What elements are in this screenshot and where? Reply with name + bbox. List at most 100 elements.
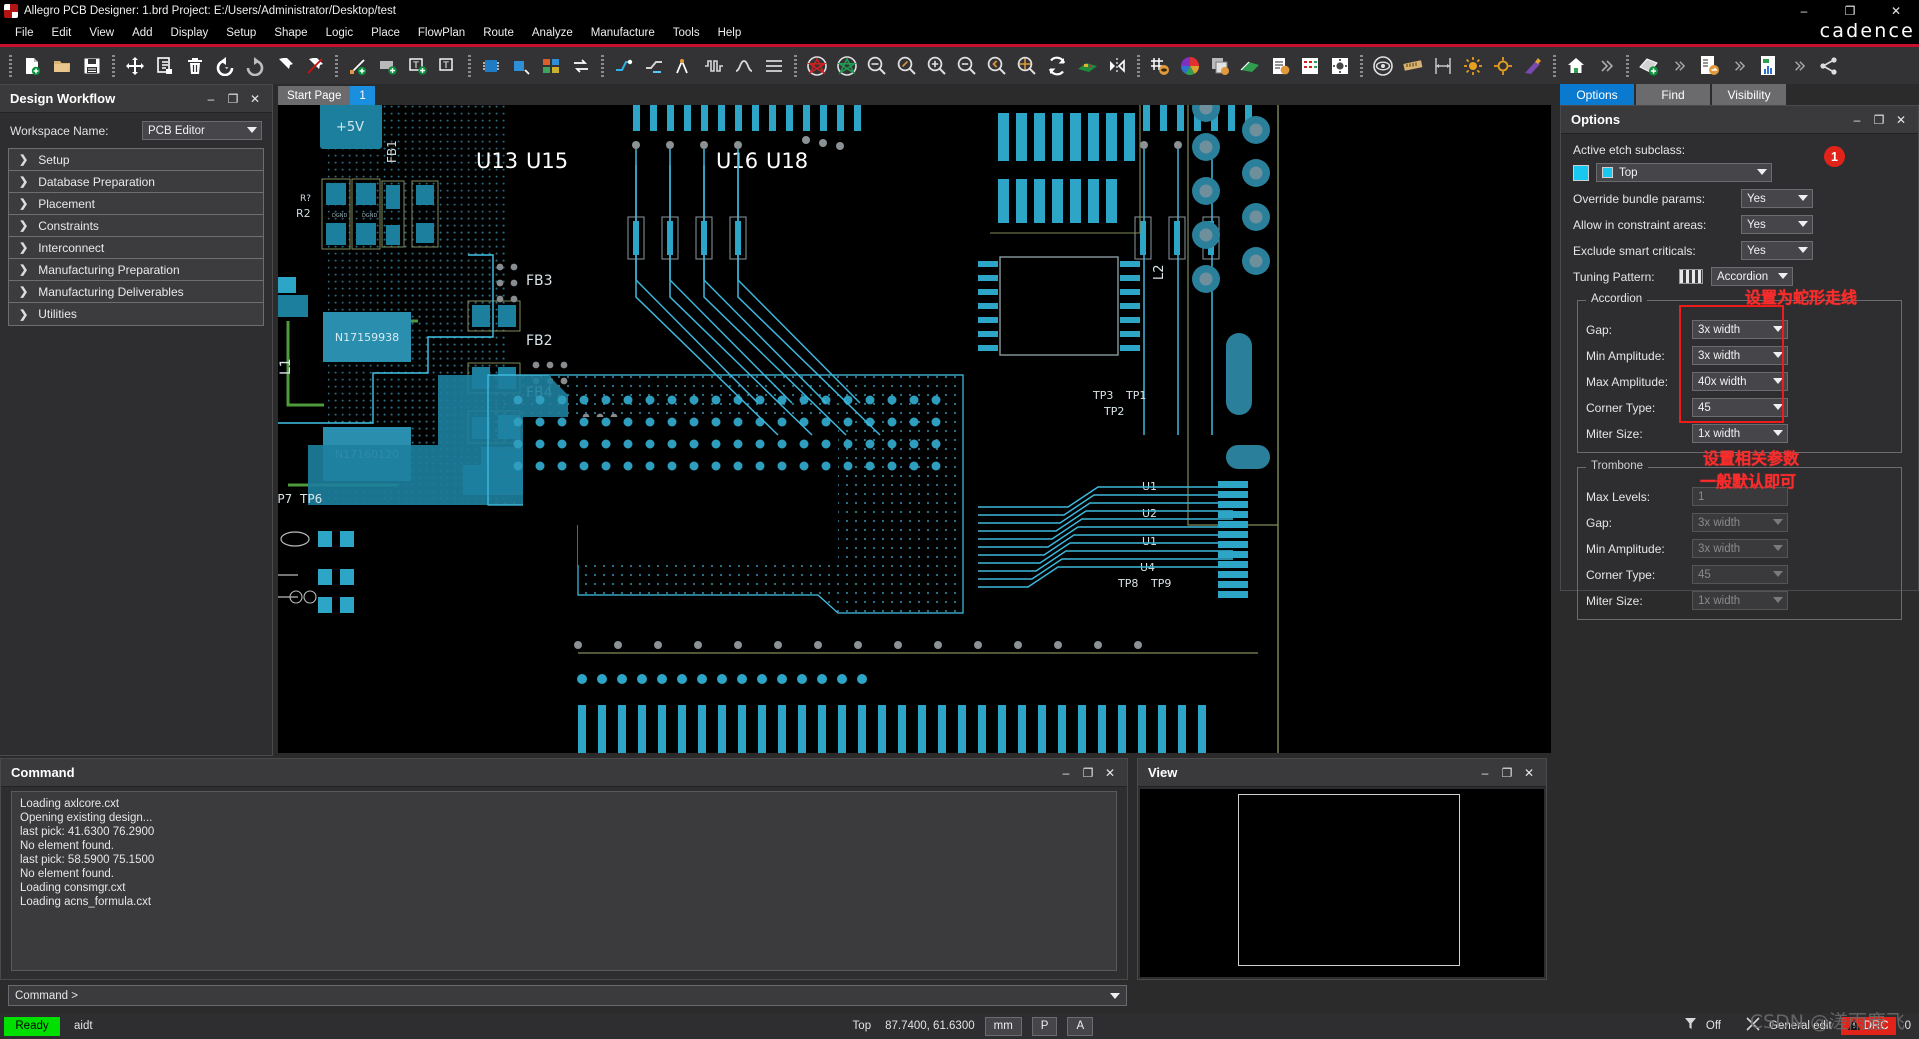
open-folder-icon[interactable] bbox=[49, 53, 75, 79]
menu-item-display[interactable]: Display bbox=[162, 24, 218, 42]
unpin-icon[interactable] bbox=[302, 53, 328, 79]
exclude-smart-criticals-select[interactable]: Yes bbox=[1741, 241, 1813, 260]
command-input[interactable]: Command > bbox=[8, 985, 1127, 1006]
drc-off-icon[interactable] bbox=[804, 53, 830, 79]
route-spread-icon[interactable] bbox=[761, 53, 787, 79]
undo-icon[interactable] bbox=[212, 53, 238, 79]
window-close-button[interactable]: ✕ bbox=[1873, 0, 1919, 22]
menu-item-help[interactable]: Help bbox=[709, 24, 751, 42]
workspace-name-select[interactable]: PCB Editor bbox=[142, 121, 262, 140]
tab-visibility[interactable]: Visibility bbox=[1712, 84, 1786, 105]
add-text-icon[interactable]: T bbox=[405, 53, 431, 79]
tab-options[interactable]: Options bbox=[1560, 84, 1634, 105]
shape-add2-icon[interactable] bbox=[1636, 53, 1662, 79]
accordion-max-amplitude-select[interactable]: 40x width bbox=[1692, 372, 1788, 391]
minimize-icon[interactable]: – bbox=[200, 89, 222, 109]
grid-toggle-icon[interactable] bbox=[1147, 53, 1173, 79]
sidebar-item-constraints[interactable]: ❯ Constraints bbox=[9, 215, 263, 237]
tab-design-1[interactable]: 1 bbox=[350, 86, 375, 105]
color-wheel-icon[interactable] bbox=[1520, 53, 1546, 79]
sidebar-item-utilities[interactable]: ❯ Utilities bbox=[9, 303, 263, 325]
measure-icon[interactable] bbox=[1400, 53, 1426, 79]
menu-item-route[interactable]: Route bbox=[474, 24, 523, 42]
display-visible-icon[interactable] bbox=[1370, 53, 1396, 79]
zoom-points-icon[interactable] bbox=[894, 53, 920, 79]
pcb-canvas[interactable]: +5V R2 R? FB1 DGND DGND FB3 FB2 N1715993… bbox=[278, 105, 1551, 753]
menu-item-shape[interactable]: Shape bbox=[265, 24, 316, 42]
custom-smooth-icon[interactable] bbox=[731, 53, 757, 79]
place-manual-icon[interactable] bbox=[508, 53, 534, 79]
copy-icon[interactable] bbox=[152, 53, 178, 79]
add-line-icon[interactable] bbox=[345, 53, 371, 79]
sidebar-item-manufacturing-preparation[interactable]: ❯ Manufacturing Preparation bbox=[9, 259, 263, 281]
zoom-previous-icon[interactable] bbox=[984, 53, 1010, 79]
color-palette-icon[interactable] bbox=[1177, 53, 1203, 79]
shape-add-icon[interactable] bbox=[1237, 53, 1263, 79]
window-maximize-button[interactable]: ❐ bbox=[1827, 0, 1873, 22]
accordion-gap-select[interactable]: 3x width bbox=[1692, 320, 1788, 339]
command-log[interactable]: Loading axlcore.cxt Opening existing des… bbox=[11, 791, 1117, 971]
restore-icon[interactable]: ❐ bbox=[1868, 110, 1890, 130]
menu-item-file[interactable]: File bbox=[6, 24, 43, 42]
chevron-down-icon[interactable] bbox=[1110, 993, 1120, 999]
brightness-icon[interactable] bbox=[1460, 53, 1486, 79]
pin-icon[interactable] bbox=[272, 53, 298, 79]
zoom-center-icon[interactable] bbox=[1014, 53, 1040, 79]
tab-find[interactable]: Find bbox=[1636, 84, 1710, 105]
active-etch-subclass-select[interactable]: Top bbox=[1596, 163, 1772, 182]
view-thumbnail[interactable] bbox=[1140, 789, 1544, 977]
doc-export-icon[interactable] bbox=[1696, 53, 1722, 79]
redo-icon[interactable] bbox=[242, 53, 268, 79]
sidebar-item-setup[interactable]: ❯ Setup bbox=[9, 149, 263, 171]
restore-icon[interactable]: ❐ bbox=[222, 89, 244, 109]
restore-icon[interactable]: ❐ bbox=[1496, 763, 1518, 783]
share-icon[interactable] bbox=[1816, 53, 1842, 79]
drill-legend-icon[interactable] bbox=[1297, 53, 1323, 79]
zoom-out-icon[interactable] bbox=[954, 53, 980, 79]
tab-start-page[interactable]: Start Page bbox=[278, 86, 351, 105]
allow-in-constraint-areas-select[interactable]: Yes bbox=[1741, 215, 1813, 234]
vertex-icon[interactable] bbox=[671, 53, 697, 79]
home-icon[interactable] bbox=[1563, 53, 1589, 79]
accordion-corner-type-select[interactable]: 45 bbox=[1692, 398, 1788, 417]
arrow-right-icon[interactable] bbox=[1726, 53, 1752, 79]
sidebar-item-interconnect[interactable]: ❯ Interconnect bbox=[9, 237, 263, 259]
minimize-icon[interactable]: – bbox=[1055, 763, 1077, 783]
accordion-miter-size-select[interactable]: 1x width bbox=[1692, 424, 1788, 443]
status-units-button[interactable]: mm bbox=[984, 1016, 1022, 1036]
add-rect-icon[interactable] bbox=[375, 53, 401, 79]
arrow-right-icon[interactable] bbox=[1593, 53, 1619, 79]
contrast-icon[interactable] bbox=[1490, 53, 1516, 79]
refresh-icon[interactable] bbox=[1044, 53, 1070, 79]
zoom-in-icon[interactable] bbox=[924, 53, 950, 79]
status-toggle-p-button[interactable]: P bbox=[1031, 1016, 1058, 1036]
menu-item-place[interactable]: Place bbox=[362, 24, 409, 42]
save-icon[interactable] bbox=[79, 53, 105, 79]
settings-gear-icon[interactable] bbox=[1327, 53, 1353, 79]
menu-item-view[interactable]: View bbox=[80, 24, 123, 42]
mirror-icon[interactable] bbox=[1104, 53, 1130, 79]
menu-item-logic[interactable]: Logic bbox=[317, 24, 363, 42]
sidebar-item-placement[interactable]: ❯ Placement bbox=[9, 193, 263, 215]
restore-icon[interactable]: ❐ bbox=[1077, 763, 1099, 783]
add-text2-icon[interactable]: T bbox=[435, 53, 461, 79]
new-file-icon[interactable] bbox=[19, 53, 45, 79]
menu-item-setup[interactable]: Setup bbox=[217, 24, 265, 42]
add-component-icon[interactable] bbox=[478, 53, 504, 79]
close-icon[interactable]: ✕ bbox=[1099, 763, 1121, 783]
arrow-right-icon[interactable] bbox=[1666, 53, 1692, 79]
chart-report-icon[interactable] bbox=[1756, 53, 1782, 79]
accordion-min-amplitude-select[interactable]: 3x width bbox=[1692, 346, 1788, 365]
move-icon[interactable] bbox=[122, 53, 148, 79]
report-icon[interactable] bbox=[1267, 53, 1293, 79]
menu-item-manufacture[interactable]: Manufacture bbox=[582, 24, 664, 42]
zoom-fit-icon[interactable] bbox=[864, 53, 890, 79]
view-viewport-rect[interactable] bbox=[1238, 794, 1460, 966]
menu-item-tools[interactable]: Tools bbox=[664, 24, 709, 42]
swap-icon[interactable] bbox=[568, 53, 594, 79]
status-toggle-a-button[interactable]: A bbox=[1067, 1016, 1094, 1036]
window-minimize-button[interactable]: – bbox=[1781, 0, 1827, 22]
quickplace-icon[interactable] bbox=[538, 53, 564, 79]
menu-item-analyze[interactable]: Analyze bbox=[523, 24, 582, 42]
menu-item-flowplan[interactable]: FlowPlan bbox=[409, 24, 474, 42]
